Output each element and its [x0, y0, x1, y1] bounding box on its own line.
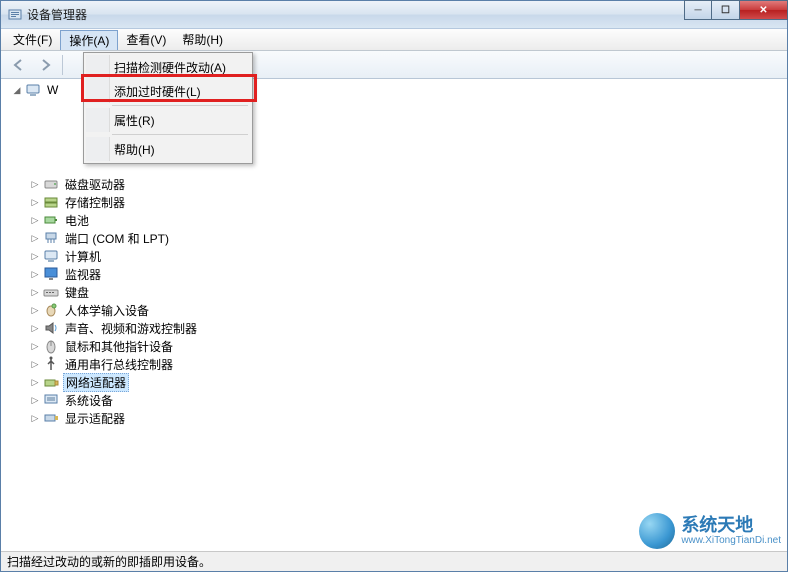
- tree-item[interactable]: ▷ 系统设备: [5, 391, 783, 409]
- menu-separator: [112, 134, 248, 135]
- sound-icon: [43, 320, 59, 336]
- menubar: 文件(F) 操作(A) 查看(V) 帮助(H): [1, 29, 787, 51]
- tree-item[interactable]: ▷ 监视器: [5, 265, 783, 283]
- toolbar-separator: [62, 55, 63, 75]
- globe-icon: [639, 513, 675, 549]
- expand-icon[interactable]: ▷: [29, 268, 41, 280]
- tree-item-label: 监视器: [63, 266, 103, 283]
- mouse-icon: [43, 338, 59, 354]
- expand-icon[interactable]: ▷: [29, 214, 41, 226]
- tree-item-label: 人体学输入设备: [63, 302, 151, 319]
- tree-item[interactable]: ▷ 鼠标和其他指针设备: [5, 337, 783, 355]
- display-adapter-icon: [43, 410, 59, 426]
- tree-item[interactable]: ▷ 电池: [5, 211, 783, 229]
- action-dropdown: 扫描检测硬件改动(A) 添加过时硬件(L) 属性(R) 帮助(H): [83, 52, 253, 164]
- tree-item-label: 存储控制器: [63, 194, 127, 211]
- tree-item-label: 通用串行总线控制器: [63, 356, 175, 373]
- tree-item[interactable]: ▷ 通用串行总线控制器: [5, 355, 783, 373]
- menu-separator: [112, 105, 248, 106]
- network-adapter-icon: [43, 374, 59, 390]
- watermark-url: www.XiTongTianDi.net: [681, 535, 781, 546]
- back-button[interactable]: [7, 54, 31, 76]
- device-manager-window: 设备管理器 ─ ☐ ✕ 文件(F) 操作(A) 查看(V) 帮助(H) ◢ W …: [0, 0, 788, 572]
- statusbar: 扫描经过改动的或新的即插即用设备。: [1, 551, 787, 571]
- tree-item-label: 声音、视频和游戏控制器: [63, 320, 199, 337]
- expand-icon[interactable]: ▷: [29, 286, 41, 298]
- menu-item-add-legacy-hardware[interactable]: 添加过时硬件(L): [86, 79, 250, 103]
- tree-item[interactable]: ▷ 存储控制器: [5, 193, 783, 211]
- menu-item-scan-hardware[interactable]: 扫描检测硬件改动(A): [86, 55, 250, 79]
- app-icon: [7, 7, 23, 23]
- hid-icon: [43, 302, 59, 318]
- expand-icon[interactable]: ▷: [29, 250, 41, 262]
- menu-item-label: 帮助(H): [114, 141, 155, 158]
- system-device-icon: [43, 392, 59, 408]
- expand-icon[interactable]: ▷: [29, 394, 41, 406]
- expand-icon[interactable]: ▷: [29, 376, 41, 388]
- computer-icon: [43, 248, 59, 264]
- menu-view[interactable]: 查看(V): [118, 29, 174, 50]
- tree-item[interactable]: ▷ 人体学输入设备: [5, 301, 783, 319]
- monitor-icon: [43, 266, 59, 282]
- tree-item[interactable]: ▷ 键盘: [5, 283, 783, 301]
- menu-item-help[interactable]: 帮助(H): [86, 137, 250, 161]
- collapse-icon[interactable]: ◢: [11, 84, 23, 96]
- tree-item-label: 网络适配器: [63, 373, 129, 392]
- watermark: 系统天地 www.XiTongTianDi.net: [639, 513, 781, 549]
- forward-button[interactable]: [33, 54, 57, 76]
- tree-item[interactable]: ▷ 计算机: [5, 247, 783, 265]
- tree-item-label: 端口 (COM 和 LPT): [63, 230, 171, 247]
- tree-item-label: 键盘: [63, 284, 91, 301]
- disk-drive-icon: [43, 176, 59, 192]
- tree-root-label: W: [45, 83, 60, 97]
- usb-icon: [43, 356, 59, 372]
- tree-item[interactable]: ▷ 端口 (COM 和 LPT): [5, 229, 783, 247]
- battery-icon: [43, 212, 59, 228]
- minimize-button[interactable]: ─: [684, 0, 712, 20]
- keyboard-icon: [43, 284, 59, 300]
- computer-icon: [25, 82, 41, 98]
- tree-item[interactable]: ▷ 声音、视频和游戏控制器: [5, 319, 783, 337]
- expand-icon[interactable]: ▷: [29, 412, 41, 424]
- maximize-button[interactable]: ☐: [712, 0, 740, 20]
- window-title: 设备管理器: [27, 6, 787, 23]
- tree-item-label: 显示适配器: [63, 410, 127, 427]
- expand-icon[interactable]: ▷: [29, 196, 41, 208]
- menu-item-properties[interactable]: 属性(R): [86, 108, 250, 132]
- expand-icon[interactable]: ▷: [29, 178, 41, 190]
- menu-item-label: 扫描检测硬件改动(A): [114, 59, 226, 76]
- menu-action[interactable]: 操作(A): [60, 30, 118, 50]
- tree-item-label: 鼠标和其他指针设备: [63, 338, 175, 355]
- tree-item[interactable]: ▷ 显示适配器: [5, 409, 783, 427]
- close-button[interactable]: ✕: [740, 0, 788, 20]
- menu-help[interactable]: 帮助(H): [174, 29, 231, 50]
- expand-icon[interactable]: ▷: [29, 322, 41, 334]
- menu-item-label: 属性(R): [114, 112, 155, 129]
- tree-item-label: 电池: [63, 212, 91, 229]
- tree-item-label: 系统设备: [63, 392, 115, 409]
- tree-item-label: 磁盘驱动器: [63, 176, 127, 193]
- expand-icon[interactable]: ▷: [29, 304, 41, 316]
- tree-item[interactable]: ▷ 磁盘驱动器: [5, 175, 783, 193]
- port-icon: [43, 230, 59, 246]
- titlebar[interactable]: 设备管理器 ─ ☐ ✕: [1, 1, 787, 29]
- menu-file[interactable]: 文件(F): [5, 29, 60, 50]
- tree-item-label: 计算机: [63, 248, 103, 265]
- window-controls: ─ ☐ ✕: [684, 0, 788, 20]
- menu-item-label: 添加过时硬件(L): [114, 83, 201, 100]
- expand-icon[interactable]: ▷: [29, 358, 41, 370]
- expand-icon[interactable]: ▷: [29, 340, 41, 352]
- expand-icon[interactable]: ▷: [29, 232, 41, 244]
- status-text: 扫描经过改动的或新的即插即用设备。: [7, 553, 211, 570]
- storage-controller-icon: [43, 194, 59, 210]
- tree-item[interactable]: ▷ 网络适配器: [5, 373, 783, 391]
- watermark-title: 系统天地: [681, 516, 781, 536]
